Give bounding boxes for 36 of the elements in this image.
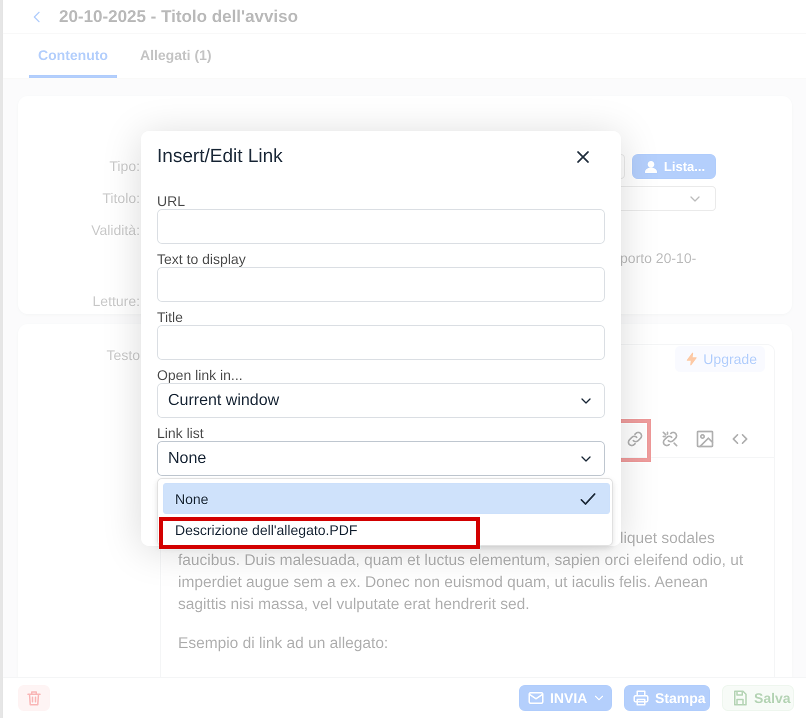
field-label: Title [157, 309, 183, 325]
page-title: 20-10-2025 - Titolo dell'avviso [59, 6, 298, 26]
link-icon[interactable] [624, 429, 644, 449]
dropdown-option[interactable]: None [163, 483, 610, 514]
select-field[interactable]: Current window [157, 383, 605, 418]
input-field[interactable] [157, 325, 605, 360]
delete-button[interactable] [18, 685, 50, 711]
people-icon [642, 158, 659, 174]
paragraph: Esempio di link ad un allegato: [178, 634, 390, 654]
tab[interactable]: Allegati (1) [130, 34, 221, 78]
floppy-icon [731, 689, 749, 707]
input-field[interactable] [157, 209, 605, 244]
text-line: faucibus. Duis malesuada, quam et luctus elementum, sapien orci eleifend odio, ut [178, 551, 744, 571]
list-button[interactable]: Lista... [632, 154, 716, 179]
select-field[interactable]: None [157, 441, 605, 476]
image-icon[interactable] [694, 429, 714, 449]
printer-icon [632, 689, 650, 707]
mail-icon [527, 689, 545, 707]
field-label: Link list [157, 425, 204, 441]
upgrade-button[interactable]: Upgrade [675, 346, 765, 372]
unlink-icon[interactable] [660, 429, 680, 449]
text-line: sagittis nisi massa, vel vulputate erat hendrerit sed. [178, 595, 531, 615]
trash-icon [25, 689, 43, 707]
send-button[interactable]: INVIA [519, 685, 612, 711]
field-label: Open link in... [157, 367, 243, 383]
text-line: liquet sodales [620, 529, 716, 549]
save-button[interactable]: Salva [722, 685, 794, 711]
dropdown-option[interactable]: Descrizione dell'allegato.PDF [163, 514, 610, 545]
field-label: URL [157, 193, 186, 209]
validity-text: porto 20-10- [620, 249, 696, 268]
lightning-icon [685, 352, 700, 366]
field-label: Text to display [157, 251, 246, 267]
dialog-title: Insert/Edit Link [157, 146, 283, 168]
input-field[interactable] [157, 267, 605, 302]
text-line: imperdiet augue sem a ex. Donec non euismod quam, ut iaculis felis. Aenean [178, 573, 709, 593]
print-button[interactable]: Stampa [624, 685, 710, 711]
